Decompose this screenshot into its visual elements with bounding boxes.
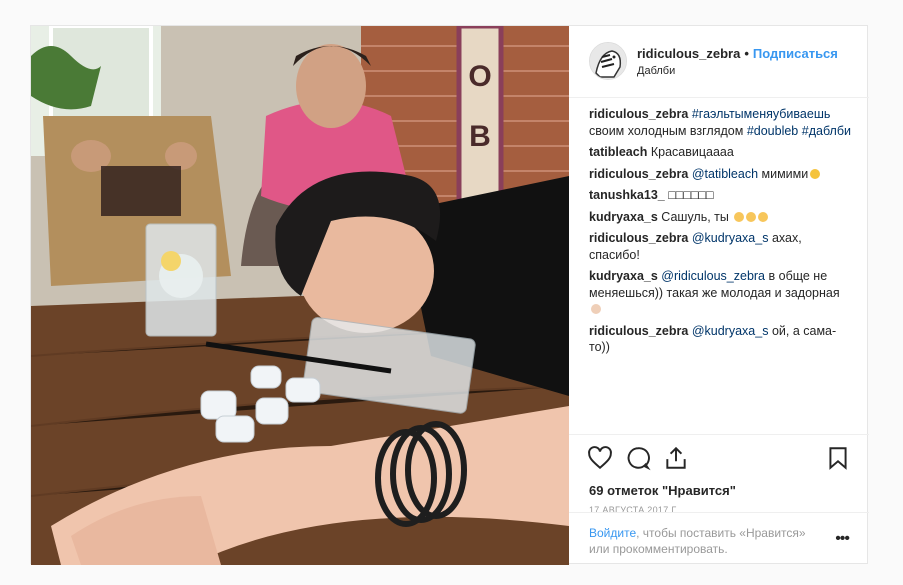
hashtag-link[interactable]: #doubleb — [747, 124, 798, 138]
photo-illustration: O B — [31, 26, 569, 565]
clap-emoji-icon — [746, 211, 757, 222]
svg-text:O: O — [468, 60, 491, 93]
comment-user[interactable]: kudryaxa_s — [589, 269, 658, 283]
list-item: ridiculous_zebra @kudryaxa_s ахах, спаси… — [589, 230, 851, 263]
list-item: tanushka13_ □□□□□□ — [589, 187, 851, 204]
post-header: ridiculous_zebra • Подписаться Даблби — [569, 26, 869, 98]
point-emoji-icon — [591, 304, 601, 314]
comments-list: ridiculous_zebra #гаэльтыменяубиваешь св… — [589, 106, 851, 361]
share-icon — [666, 446, 686, 469]
like-button[interactable] — [587, 445, 613, 471]
separator-dot: • — [744, 46, 749, 61]
likes-count[interactable]: 69 отметок "Нравится" — [589, 483, 736, 498]
list-item: tatibleach Красавицаааа — [589, 144, 851, 161]
comment-user[interactable]: tanushka13_ — [589, 188, 665, 202]
heart-icon — [588, 446, 612, 470]
more-options-icon[interactable]: ••• — [835, 531, 850, 547]
list-item: ridiculous_zebra @tatibleach мимими — [589, 166, 851, 183]
svg-text:B: B — [469, 120, 491, 153]
avatar[interactable] — [589, 42, 627, 80]
location-link[interactable]: Даблби — [637, 65, 675, 77]
mention-link[interactable]: @kudryaxa_s — [692, 324, 769, 338]
comment-icon — [627, 447, 651, 471]
comment-user[interactable]: ridiculous_zebra — [589, 167, 688, 181]
header-line: ridiculous_zebra • Подписаться — [637, 46, 838, 61]
clap-emoji-icon — [734, 211, 745, 222]
follow-button[interactable]: Подписаться — [753, 46, 838, 61]
list-item: kudryaxa_s @ridiculous_zebra в обще не м… — [589, 268, 851, 318]
save-button[interactable] — [825, 445, 851, 471]
author-link[interactable]: ridiculous_zebra — [637, 46, 740, 61]
comment-text: Красавицаааа — [650, 145, 734, 159]
share-button[interactable] — [663, 445, 689, 471]
comment-user[interactable]: ridiculous_zebra — [589, 231, 688, 245]
mention-link[interactable]: @kudryaxa_s — [692, 231, 769, 245]
comment-user[interactable]: kudryaxa_s — [589, 210, 658, 224]
login-prompt: Войдите, чтобы поставить «Нравится» или … — [569, 512, 869, 565]
hashtag-link[interactable]: #даблби — [802, 124, 851, 138]
clap-emoji-icon — [758, 211, 769, 222]
comment-text: □□□□□□ — [668, 188, 714, 202]
post-container: O B ridiculous_zebra • Подписаться Даблб… — [30, 25, 869, 565]
caption: ridiculous_zebra #гаэльтыменяубиваешь св… — [589, 106, 851, 139]
mention-link[interactable]: @ridiculous_zebra — [661, 269, 765, 283]
comment-button[interactable] — [625, 445, 651, 471]
list-item: ridiculous_zebra @kudryaxa_s ой, а сама-… — [589, 323, 851, 356]
comment-user[interactable]: ridiculous_zebra — [589, 324, 688, 338]
login-link[interactable]: Войдите — [589, 526, 636, 540]
comment-user[interactable]: tatibleach — [589, 145, 647, 159]
mention-link[interactable]: @tatibleach — [692, 167, 758, 181]
list-item: kudryaxa_s Сашуль, ты — [589, 209, 851, 226]
comment-text: своим холодным взглядом — [589, 123, 744, 138]
zebra-avatar-icon — [590, 43, 626, 79]
comment-text: мимими — [761, 166, 809, 181]
post-side-panel: ridiculous_zebra • Подписаться Даблби ridi… — [569, 26, 869, 565]
login-text: Войдите, чтобы поставить «Нравится» или … — [589, 525, 819, 557]
comment-text: Сашуль, ты — [661, 209, 729, 224]
comment-user[interactable]: ridiculous_zebra — [589, 107, 688, 121]
hashtag-link[interactable]: #гаэльтыменяубиваешь — [692, 107, 831, 121]
bookmark-icon — [829, 447, 847, 470]
post-photo[interactable]: O B — [31, 26, 569, 565]
smile-emoji-icon — [810, 168, 821, 179]
